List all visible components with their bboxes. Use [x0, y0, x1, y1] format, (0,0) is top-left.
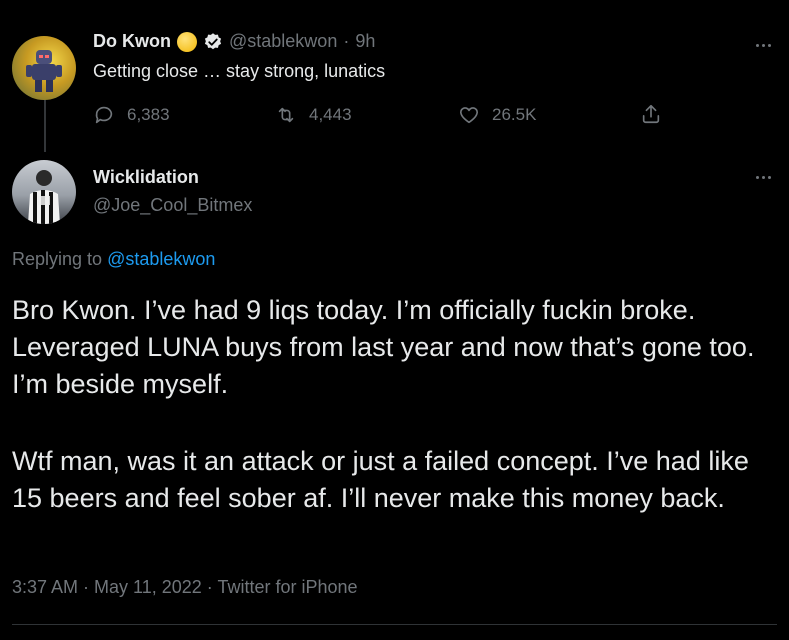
like-count: 26.5K [492, 105, 537, 124]
reply-paragraph-1: Bro Kwon. I’ve had 9 liqs today. I’m off… [12, 295, 755, 399]
like-button[interactable]: 26.5K [458, 104, 536, 126]
reply-avatar[interactable] [12, 160, 76, 224]
thread-line [44, 98, 46, 152]
more-icon[interactable] [752, 35, 774, 55]
like-icon [459, 107, 479, 124]
author-handle[interactable]: @stablekwon [229, 31, 337, 52]
reply-author-name[interactable]: Wicklidation [93, 167, 199, 188]
reply-count: 6,383 [127, 105, 170, 124]
avatar[interactable] [12, 36, 76, 100]
reply-author-handle[interactable]: @Joe_Cool_Bitmex [93, 195, 252, 216]
share-icon [642, 104, 660, 124]
verified-icon [203, 32, 223, 52]
retweet-icon [278, 107, 294, 123]
dot-separator: · [343, 31, 350, 51]
replying-to-label: Replying to [12, 249, 103, 269]
share-button[interactable] [640, 103, 662, 125]
avatar-figure-icon [26, 50, 62, 92]
author-name[interactable]: Do Kwon [93, 31, 171, 52]
replying-to-handle[interactable]: @stablekwon [107, 249, 215, 269]
reply-button[interactable]: 6,383 [93, 104, 170, 126]
tweet-time[interactable]: 9h [355, 31, 375, 52]
retweet-count: 4,443 [309, 105, 352, 124]
reply-icon [95, 106, 113, 124]
reply-paragraph-2: Wtf man, was it an attack or just a fail… [12, 446, 749, 513]
tweet-text: Getting close … stay strong, lunatics [93, 61, 386, 81]
divider [12, 624, 777, 625]
tweet-header: Do Kwon @stablekwon · 9h [93, 31, 375, 52]
reply-more-icon[interactable] [752, 167, 774, 187]
avatar-referee-icon [28, 170, 60, 224]
reply-timestamp[interactable]: 3:37 AM · May 11, 2022 · Twitter for iPh… [12, 577, 358, 598]
replying-to: Replying to @stablekwon [12, 249, 215, 270]
retweet-button[interactable]: 4,443 [275, 104, 352, 126]
coin-emoji-icon [177, 31, 197, 52]
